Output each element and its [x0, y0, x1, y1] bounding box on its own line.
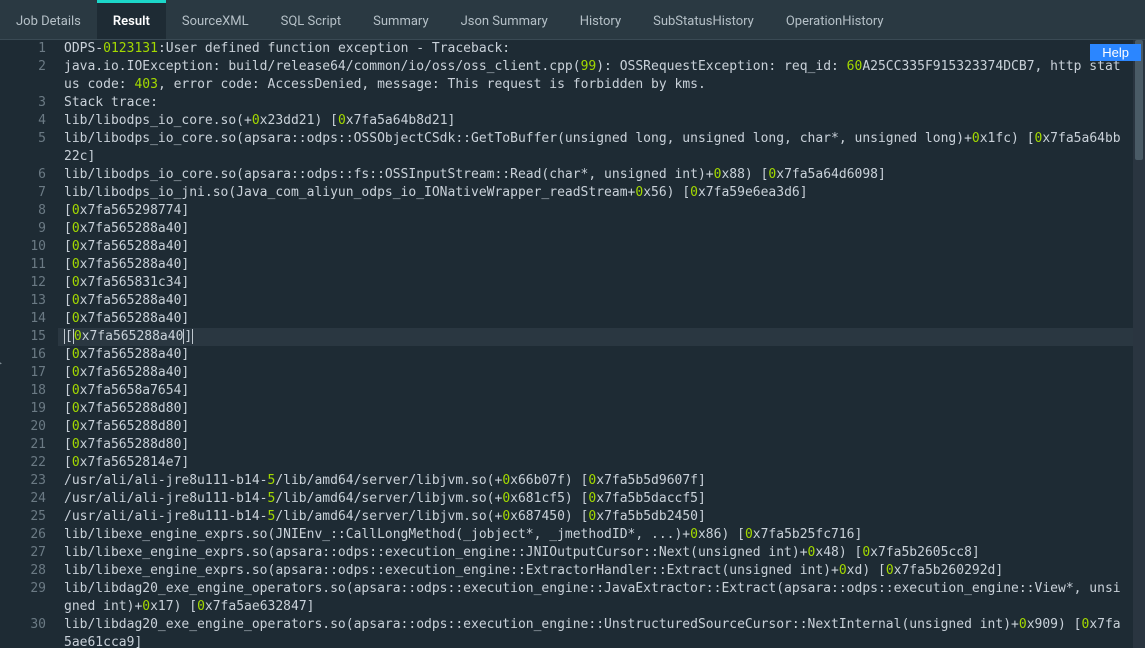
line-number: 29 — [0, 580, 46, 598]
tab-summary[interactable]: Summary — [357, 0, 444, 39]
line-number: 20 — [0, 418, 46, 436]
tab-sql-script[interactable]: SQL Script — [265, 0, 358, 39]
code-line: lib/libodps_io_core.so(apsara::odps::OSS… — [58, 130, 1145, 166]
line-number — [0, 634, 46, 648]
code-line: lib/libodps_io_core.so(+0x23dd21) [0x7fa… — [58, 112, 1145, 130]
line-number: 2 — [0, 58, 46, 76]
code-line: [0x7fa565288a40] — [58, 238, 1145, 256]
line-number: 28 — [0, 562, 46, 580]
code-line: lib/libodps_io_jni.so(Java_com_aliyun_od… — [58, 184, 1145, 202]
line-number: 14 — [0, 310, 46, 328]
code-line: [0x7fa5658a7654] — [58, 382, 1145, 400]
line-number: 27 — [0, 544, 46, 562]
line-number: 6 — [0, 166, 46, 184]
code-line: [0x7fa565288a40] — [58, 328, 1145, 346]
line-number: 9 — [0, 220, 46, 238]
line-number — [0, 76, 46, 94]
line-number: 5 — [0, 130, 46, 148]
line-number: 7 — [0, 184, 46, 202]
tab-bar: Job DetailsResultSourceXMLSQL ScriptSumm… — [0, 0, 1145, 40]
tab-json-summary[interactable]: Json Summary — [445, 0, 564, 39]
line-number: 4 — [0, 112, 46, 130]
code-line: [0x7fa565298774] — [58, 202, 1145, 220]
code-line: [0x7fa565288a40] — [58, 292, 1145, 310]
code-line: [0x7fa565288a40] — [58, 310, 1145, 328]
line-number: 8 — [0, 202, 46, 220]
code-line: [0x7fa5652814e7] — [58, 454, 1145, 472]
code-line: [0x7fa565831c34] — [58, 274, 1145, 292]
tab-operationhistory[interactable]: OperationHistory — [770, 0, 900, 39]
tab-substatushistory[interactable]: SubStatusHistory — [637, 0, 770, 39]
line-number: 26 — [0, 526, 46, 544]
line-number: 3 — [0, 94, 46, 112]
vertical-scrollbar[interactable] — [1133, 40, 1145, 648]
code-pane[interactable]: ODPS-0123131:User defined function excep… — [58, 40, 1145, 648]
code-line: lib/libexe_engine_exprs.so(apsara::odps:… — [58, 562, 1145, 580]
editor-area: Help ▶ 123456789101112131415161718192021… — [0, 40, 1145, 648]
line-number: 19 — [0, 400, 46, 418]
line-number: 21 — [0, 436, 46, 454]
help-button[interactable]: Help — [1090, 44, 1141, 61]
line-number — [0, 598, 46, 616]
code-line: /usr/ali/ali-jre8u111-b14-5/lib/amd64/se… — [58, 508, 1145, 526]
line-number: 25 — [0, 508, 46, 526]
line-number: 18 — [0, 382, 46, 400]
line-number: 13 — [0, 292, 46, 310]
code-line: java.io.IOException: build/release64/com… — [58, 58, 1145, 94]
line-number: 1 — [0, 40, 46, 58]
line-number: 17 — [0, 364, 46, 382]
line-number: 24 — [0, 490, 46, 508]
line-number: 15 — [0, 328, 46, 346]
code-line: [0x7fa565288d80] — [58, 400, 1145, 418]
tab-history[interactable]: History — [564, 0, 637, 39]
code-line: [0x7fa565288a40] — [58, 346, 1145, 364]
tab-job-details[interactable]: Job Details — [0, 0, 97, 39]
code-line: [0x7fa565288a40] — [58, 256, 1145, 274]
line-number: 22 — [0, 454, 46, 472]
line-number: 10 — [0, 238, 46, 256]
code-line: [0x7fa565288a40] — [58, 364, 1145, 382]
line-number — [0, 148, 46, 166]
code-line: [0x7fa565288d80] — [58, 436, 1145, 454]
line-number: 16 — [0, 346, 46, 364]
code-line: lib/libexe_engine_exprs.so(apsara::odps:… — [58, 544, 1145, 562]
code-line: /usr/ali/ali-jre8u111-b14-5/lib/amd64/se… — [58, 490, 1145, 508]
code-line: lib/libodps_io_core.so(apsara::odps::fs:… — [58, 166, 1145, 184]
line-number: 11 — [0, 256, 46, 274]
line-number: 12 — [0, 274, 46, 292]
code-line: lib/libdag20_exe_engine_operators.so(aps… — [58, 616, 1145, 648]
code-line: [0x7fa565288d80] — [58, 418, 1145, 436]
line-number: 30 — [0, 616, 46, 634]
tab-result[interactable]: Result — [97, 0, 166, 39]
code-line: lib/libdag20_exe_engine_operators.so(aps… — [58, 580, 1145, 616]
code-line: /usr/ali/ali-jre8u111-b14-5/lib/amd64/se… — [58, 472, 1145, 490]
tab-sourcexml[interactable]: SourceXML — [166, 0, 265, 39]
line-number: 23 — [0, 472, 46, 490]
line-gutter: 1234567891011121314151617181920212223242… — [0, 40, 58, 648]
code-line: Stack trace: — [58, 94, 1145, 112]
code-line: lib/libexe_engine_exprs.so(JNIEnv_::Call… — [58, 526, 1145, 544]
fold-handle-icon[interactable]: ▶ — [0, 358, 4, 372]
code-line: [0x7fa565288a40] — [58, 220, 1145, 238]
code-line: ODPS-0123131:User defined function excep… — [58, 40, 1145, 58]
